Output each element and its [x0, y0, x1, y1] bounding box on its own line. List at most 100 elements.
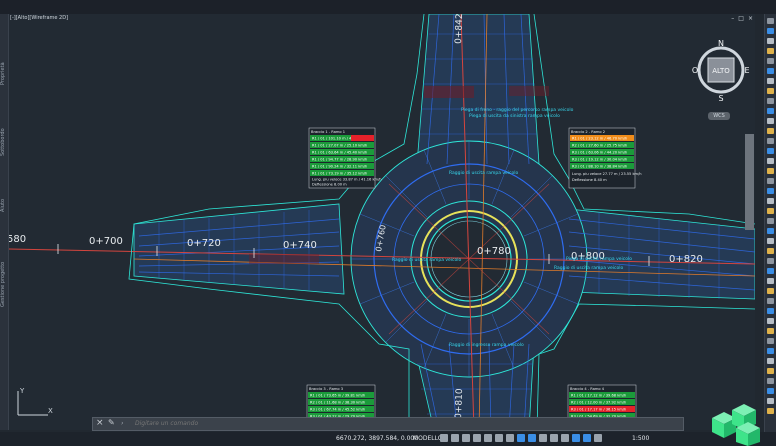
ucs-icon: Y X	[17, 387, 53, 416]
tool-icon[interactable]	[767, 218, 774, 224]
hardware-accel-icon[interactable]	[594, 434, 602, 442]
tab-subassembly[interactable]: Sottobordo	[0, 122, 8, 162]
tool-icon[interactable]	[767, 48, 774, 54]
tool-icon[interactable]	[767, 298, 774, 304]
table-3-row: R2 / 01 / 11.68 m / 38.30 km/h	[310, 401, 365, 405]
table-1-row: R1 / 01 / 73.19 m / 35.12 km/h	[312, 172, 367, 176]
tab-project-manager[interactable]: Gestione progetto	[0, 254, 8, 314]
tool-icon[interactable]	[767, 388, 774, 394]
tool-icon[interactable]	[767, 168, 774, 174]
compass-east: E	[744, 66, 749, 75]
top-strip	[0, 0, 776, 14]
tool-icon[interactable]	[767, 278, 774, 284]
status-toggles	[440, 434, 602, 442]
table-3-title: Braccio 3 - Ramo 3	[309, 387, 343, 391]
table-2-row: R3 / 01 / 19.12 m / 30.04 km/h	[572, 158, 627, 162]
tool-icon[interactable]	[767, 128, 774, 134]
tool-icon[interactable]	[767, 308, 774, 314]
table-3-row: R3 / 01 / 67.74 m / 45.52 km/h	[310, 408, 365, 412]
table-2-footer: Lung. piu veloce 27.77 m / 23.55 km/h	[572, 172, 642, 176]
tool-icon[interactable]	[767, 238, 774, 244]
tool-icon[interactable]	[767, 88, 774, 94]
ortho-toggle-icon[interactable]	[462, 434, 470, 442]
workspace-icon[interactable]	[561, 434, 569, 442]
tool-icon[interactable]	[767, 368, 774, 374]
close-icon[interactable]: ×	[96, 418, 104, 428]
grid-toggle-icon[interactable]	[440, 434, 448, 442]
tool-icon[interactable]	[767, 318, 774, 324]
otrack-toggle-icon[interactable]	[495, 434, 503, 442]
command-input[interactable]	[135, 419, 635, 428]
cube-logo	[712, 404, 760, 446]
navigation-toolbar	[764, 14, 776, 434]
tool-icon[interactable]	[767, 178, 774, 184]
table-3-row: R1 / 01 / 73.65 m / 39.81 km/h	[310, 394, 365, 398]
table-2-footer: Deflessione 8.40 m	[572, 178, 607, 182]
tool-icon[interactable]	[767, 28, 774, 34]
table-4-row: R1 / 01 / 17.12 m / 39.68 km/h	[571, 394, 626, 398]
tool-icon[interactable]	[767, 158, 774, 164]
tool-icon[interactable]	[767, 208, 774, 214]
tab-properties[interactable]: Proprietà	[0, 54, 8, 94]
tool-icon[interactable]	[767, 258, 774, 264]
tool-icon[interactable]	[767, 98, 774, 104]
tool-icon[interactable]	[767, 138, 774, 144]
tool-icon[interactable]	[767, 378, 774, 384]
viewcube-face-label: ALTO	[712, 67, 730, 75]
tool-icon[interactable]	[767, 68, 774, 74]
autoscale-icon[interactable]	[550, 434, 558, 442]
table-2: Braccio 2 - Ramo 2 R1 / 01 / 23.12 m / 4…	[568, 127, 642, 189]
annotation-scale-icon[interactable]	[583, 434, 591, 442]
table-2-row: R2 / 01 / 27.60 m / 25.75 km/h	[572, 144, 627, 148]
isolate-icon[interactable]	[572, 434, 580, 442]
lineweight-toggle-icon[interactable]	[506, 434, 514, 442]
tool-icon[interactable]	[767, 348, 774, 354]
tool-icon[interactable]	[767, 338, 774, 344]
compass-north: N	[718, 39, 724, 48]
tool-icon[interactable]	[767, 108, 774, 114]
tool-icon[interactable]	[767, 148, 774, 154]
table-2-row: R1 / 01 / 23.12 m / 46.70 km/h	[572, 137, 627, 141]
tab-help[interactable]: Aiuto	[0, 194, 8, 218]
tool-icon[interactable]	[767, 248, 774, 254]
command-line: × ✎ ›	[92, 417, 684, 431]
tool-icon[interactable]	[767, 78, 774, 84]
table-1: Braccio 1 - Ramo 1 R1 / 01 / 101.10 m / …	[308, 127, 382, 189]
tool-icon[interactable]	[767, 38, 774, 44]
wcs-menu[interactable]: WCS	[708, 112, 730, 120]
compass-south: S	[718, 94, 723, 102]
annotation-visibility-icon[interactable]	[539, 434, 547, 442]
tool-icon[interactable]	[767, 198, 774, 204]
tool-icon[interactable]	[767, 188, 774, 194]
annotation-scale[interactable]: 1:500	[632, 435, 649, 442]
table-2-title: Braccio 2 - Ramo 2	[571, 130, 605, 134]
snap-toggle-icon[interactable]	[451, 434, 459, 442]
vertical-scrollbar[interactable]	[745, 134, 754, 230]
tool-icon[interactable]	[767, 58, 774, 64]
tool-icon[interactable]	[767, 118, 774, 124]
svg-text:Y: Y	[19, 387, 25, 395]
tool-icon[interactable]	[767, 358, 774, 364]
osnap-toggle-icon[interactable]	[484, 434, 492, 442]
table-2-row: R3 / 01 / 63.06 m / 44.20 km/h	[572, 151, 627, 155]
left-palette-bar[interactable]: Proprietà Sottobordo Aiuto Gestione prog…	[0, 14, 9, 430]
table-1-row: R1 / 01 / 63.64 m / 45.40 km/h	[312, 151, 367, 155]
polar-toggle-icon[interactable]	[473, 434, 481, 442]
table-1-footer: Lung. piu veloce 33.87 m / 41.16 km/h	[312, 178, 382, 182]
selection-cycling-icon[interactable]	[528, 434, 536, 442]
table-2-row: R3 / 01 / 88.10 m / 38.84 km/h	[572, 165, 627, 169]
coordinate-readout[interactable]: 6670.272, 3897.584, 0.000	[336, 435, 418, 442]
table-1-row: R1 / 01 / 94.77 m / 28.90 km/h	[312, 158, 367, 162]
dynamic-input-toggle-icon[interactable]	[517, 434, 525, 442]
table-1-title: Braccio 1 - Ramo 1	[311, 130, 345, 134]
tool-icon[interactable]	[767, 268, 774, 274]
viewcube[interactable]: ALTO N S E O	[692, 38, 750, 102]
tool-icon[interactable]	[767, 18, 774, 24]
model-space-button[interactable]: MODELLO	[413, 435, 443, 442]
tool-icon[interactable]	[767, 288, 774, 294]
wrench-icon[interactable]: ✎	[108, 418, 115, 427]
svg-text:X: X	[48, 407, 53, 415]
drawing-viewport[interactable]: [-][Alto][Wireframe 2D] – □ × 580 0+700 …	[9, 14, 755, 430]
tool-icon[interactable]	[767, 328, 774, 334]
tool-icon[interactable]	[767, 228, 774, 234]
